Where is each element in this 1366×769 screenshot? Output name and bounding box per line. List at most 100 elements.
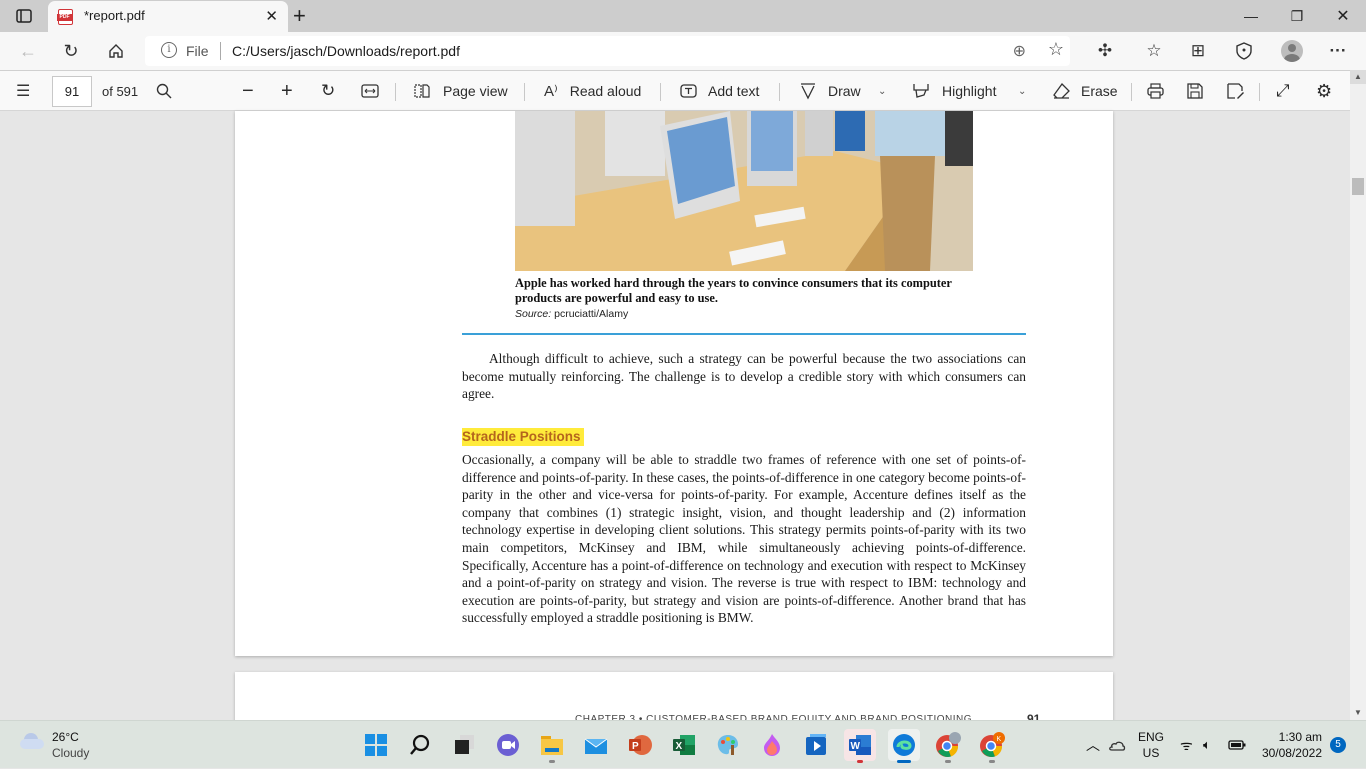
vertical-scrollbar[interactable]: ▲ ▼	[1350, 70, 1366, 720]
file-explorer-button[interactable]	[536, 729, 568, 763]
figure-caption: Apple has worked hard through the years …	[515, 276, 952, 305]
favorites-button[interactable]: ☆	[1140, 39, 1168, 63]
browser-tab-report[interactable]: *report.pdf ✕	[48, 1, 288, 32]
language-indicator[interactable]: ENG US	[1138, 721, 1164, 769]
powerpoint-button[interactable]: P	[624, 729, 656, 761]
close-window-button[interactable]: ✕	[1320, 4, 1366, 28]
scroll-down-button[interactable]: ▼	[1350, 706, 1366, 720]
scrollbar-thumb[interactable]	[1352, 178, 1364, 195]
pdf-settings-button[interactable]: ⚙	[1316, 71, 1332, 111]
find-button[interactable]	[156, 71, 172, 111]
add-favorite-icon[interactable]: ☆	[1048, 39, 1064, 60]
draw-pen-icon	[801, 83, 815, 100]
windows-taskbar: 26°C Cloudy P X W K ︿ ENG US ᯤ 🔈︎ 1:30 a…	[0, 720, 1366, 768]
contents-button[interactable]: ☰	[16, 71, 42, 111]
excel-button[interactable]: X	[668, 729, 700, 761]
page-view-icon	[414, 84, 430, 98]
start-button[interactable]	[360, 729, 392, 761]
tab-title: *report.pdf	[84, 8, 145, 23]
draw-label: Draw	[828, 83, 861, 99]
page-view-button[interactable]: Page view	[414, 71, 508, 111]
scroll-up-button[interactable]: ▲	[1350, 70, 1366, 84]
save-button[interactable]	[1187, 71, 1203, 111]
chevron-up-icon: ︿	[1086, 737, 1100, 753]
add-text-button[interactable]: Add text	[680, 71, 759, 111]
minimize-button[interactable]: —	[1228, 4, 1274, 28]
teams-chat-button[interactable]	[492, 729, 524, 761]
onedrive-button[interactable]	[1108, 721, 1126, 769]
edge-button[interactable]	[888, 729, 920, 763]
restore-button[interactable]: ❐	[1274, 4, 1320, 28]
media-player-icon	[806, 734, 826, 755]
fit-to-width-button[interactable]	[361, 71, 379, 111]
save-as-icon	[1227, 83, 1244, 99]
url-text[interactable]: C:/Users/jasch/Downloads/report.pdf	[232, 43, 460, 59]
minus-icon: −	[242, 79, 254, 102]
tab-actions-button[interactable]	[12, 7, 36, 25]
zoom-icon[interactable]: ⊕	[1013, 41, 1026, 61]
home-button[interactable]	[102, 39, 130, 63]
print-button[interactable]	[1147, 71, 1164, 111]
highlight-options-dropdown[interactable]: ⌄	[1018, 71, 1026, 111]
page-number-input[interactable]: 91	[52, 76, 92, 107]
weather-condition[interactable]: Cloudy	[52, 746, 89, 760]
new-tab-button[interactable]: +	[293, 3, 306, 29]
draw-options-dropdown[interactable]: ⌄	[878, 71, 886, 111]
browser-essentials-button[interactable]	[1230, 39, 1258, 63]
network-button[interactable]: ᯤ	[1180, 721, 1193, 769]
weather-temperature[interactable]: 26°C	[52, 730, 79, 744]
address-bar[interactable]: i File C:/Users/jasch/Downloads/report.p…	[145, 36, 1070, 66]
clock[interactable]: 1:30 am 30/08/2022	[1256, 721, 1322, 769]
settings-more-button[interactable]: ···	[1324, 39, 1352, 63]
running-indicator	[989, 760, 995, 763]
svg-text:K: K	[997, 736, 1002, 743]
extensions-button[interactable]: ✣	[1091, 39, 1119, 63]
expand-icon: ⤢	[1276, 81, 1290, 100]
onedrive-cloud-icon	[1109, 741, 1126, 751]
info-icon[interactable]: i	[161, 42, 177, 58]
chrome-profile-k-button[interactable]: K	[976, 729, 1008, 763]
refresh-button[interactable]: ↻	[57, 39, 85, 63]
task-view-button[interactable]	[448, 729, 480, 761]
full-screen-button[interactable]: ⤢	[1276, 71, 1290, 111]
erase-button[interactable]: Erase	[1053, 71, 1118, 111]
refresh-icon: ↻	[63, 40, 79, 61]
rotate-button[interactable]: ↻	[321, 71, 335, 111]
collections-button[interactable]: ⊞	[1184, 39, 1212, 63]
notification-badge[interactable]: 5	[1330, 737, 1346, 753]
edge-icon	[893, 734, 915, 756]
search-taskbar-button[interactable]	[404, 729, 436, 761]
svg-text:W: W	[851, 741, 861, 752]
show-hidden-icons-button[interactable]: ︿	[1086, 721, 1100, 769]
tab-close-button[interactable]: ✕	[265, 7, 278, 25]
battery-button[interactable]	[1228, 721, 1246, 769]
plus-icon: +	[281, 79, 293, 102]
highlight-button[interactable]: Highlight	[913, 71, 996, 111]
svg-text:P: P	[632, 741, 639, 752]
pdf-file-icon	[57, 9, 73, 25]
cloudy-weather-icon[interactable]	[20, 733, 44, 749]
flame-app-icon	[764, 734, 780, 756]
firefox-button[interactable]	[756, 729, 788, 761]
task-view-icon	[455, 735, 474, 754]
body-paragraph: Although difficult to achieve, such a st…	[462, 351, 1026, 402]
mail-button[interactable]	[580, 729, 612, 761]
eraser-icon	[1053, 83, 1070, 99]
read-aloud-button[interactable]: A⁾ Read aloud	[544, 71, 641, 111]
back-button[interactable]: ←	[14, 39, 42, 63]
volume-button[interactable]: 🔈︎	[1203, 721, 1211, 769]
figure-source: Source: pcruciatti/Alamy	[515, 308, 628, 320]
source-value: pcruciatti/Alamy	[551, 308, 629, 320]
chevron-down-icon: ⌄	[878, 85, 887, 97]
save-as-button[interactable]	[1227, 71, 1244, 111]
zoom-out-button[interactable]: −	[242, 71, 254, 111]
paint-button[interactable]	[712, 729, 744, 761]
draw-button[interactable]: Draw	[800, 71, 861, 111]
profile-avatar[interactable]	[1281, 40, 1303, 62]
battery-icon	[1228, 740, 1246, 750]
chrome-profile-1-button[interactable]	[932, 729, 964, 763]
folder-icon	[541, 736, 563, 755]
word-button[interactable]: W	[844, 729, 876, 763]
media-player-button[interactable]	[800, 729, 832, 761]
zoom-in-button[interactable]: +	[281, 71, 293, 111]
